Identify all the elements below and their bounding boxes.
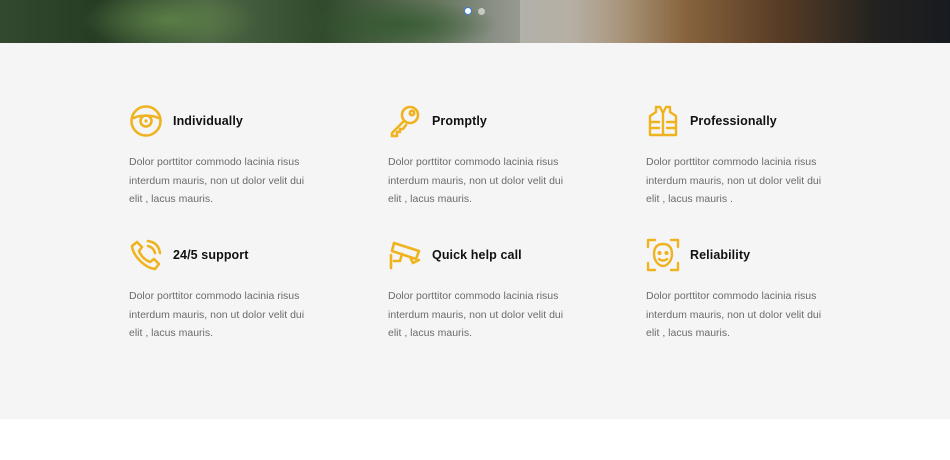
feature-24-5-support: 24/5 support Dolor porttitor commodo lac…	[129, 237, 329, 343]
key-icon	[388, 103, 422, 139]
feature-title: Professionally	[690, 114, 777, 128]
feature-description: Dolor porttitor commodo lacinia risus in…	[646, 290, 822, 339]
feature-reliability: Reliability Dolor porttitor commodo laci…	[646, 237, 846, 343]
feature-title: Quick help call	[432, 248, 522, 262]
feature-promptly: Promptly Dolor porttitor commodo lacinia…	[388, 103, 588, 209]
slider-pagination	[464, 7, 485, 15]
feature-description: Dolor porttitor commodo lacinia risus in…	[388, 156, 564, 205]
feature-title: Reliability	[690, 248, 751, 262]
feature-title: Promptly	[432, 114, 487, 128]
slider-dot-1[interactable]	[464, 7, 472, 15]
feature-description: Dolor porttitor commodo lacinia risus in…	[129, 290, 305, 339]
feature-individually: Individually Dolor porttitor commodo lac…	[129, 103, 329, 209]
features-section: Individually Dolor porttitor commodo lac…	[0, 43, 950, 419]
slider-dot-2[interactable]	[478, 7, 485, 15]
hero-image-slider	[0, 0, 950, 43]
feature-title: Individually	[173, 114, 243, 128]
feature-description: Dolor porttitor commodo lacinia risus in…	[129, 156, 305, 205]
feature-description: Dolor porttitor commodo lacinia risus in…	[646, 156, 822, 205]
feature-professionally: Professionally Dolor porttitor commodo l…	[646, 103, 846, 209]
security-camera-icon	[388, 237, 422, 273]
feature-description: Dolor porttitor commodo lacinia risus in…	[388, 290, 564, 339]
feature-quick-help-call: Quick help call Dolor porttitor commodo …	[388, 237, 588, 343]
safety-vest-icon	[646, 103, 680, 139]
phone-icon	[129, 237, 163, 273]
face-scan-icon	[646, 237, 680, 273]
disc-icon	[129, 103, 163, 139]
feature-title: 24/5 support	[173, 248, 249, 262]
